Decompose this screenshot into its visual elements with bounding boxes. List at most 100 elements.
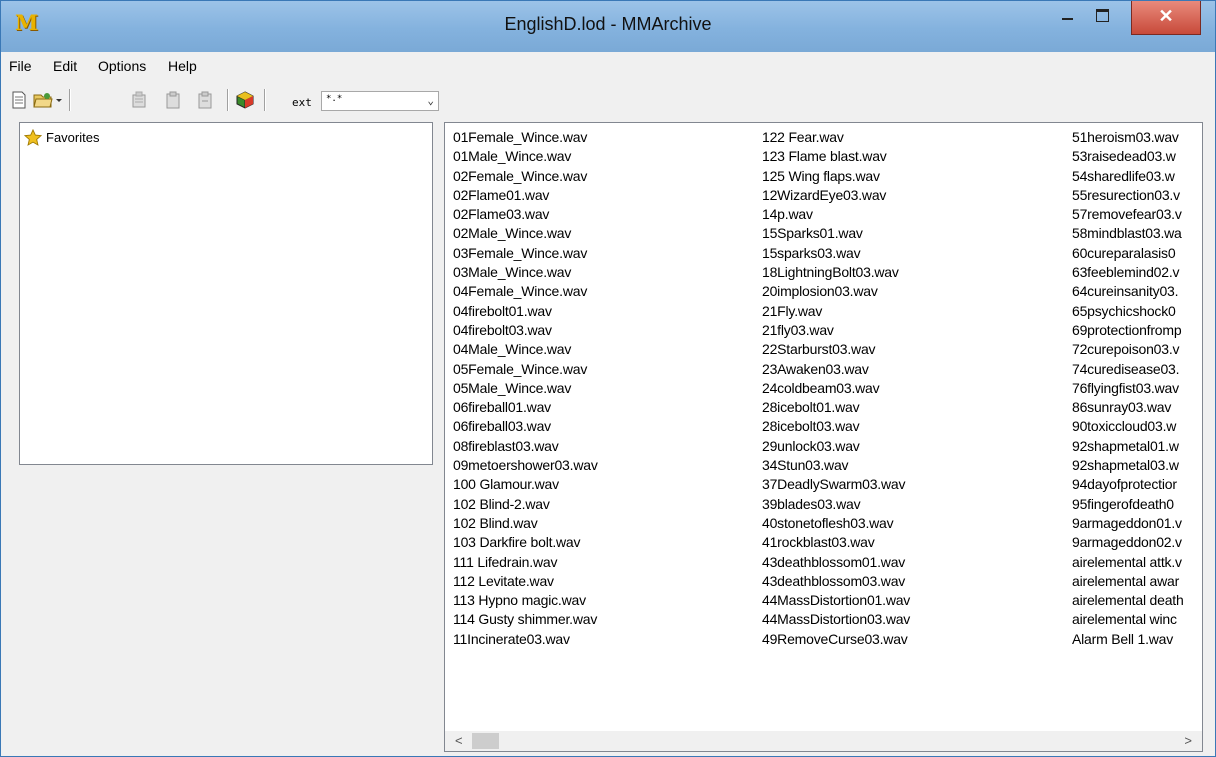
file-item[interactable]: 34Stun03.wav [762, 456, 910, 475]
file-item[interactable]: 43deathblossom03.wav [762, 572, 910, 591]
file-item[interactable]: 65psychicshock0 [1072, 302, 1184, 321]
file-item[interactable]: 14p.wav [762, 205, 910, 224]
file-item[interactable]: 21fly03.wav [762, 321, 910, 340]
close-button[interactable]: ✕ [1131, 1, 1201, 35]
file-item[interactable]: 94dayofprotectior [1072, 475, 1184, 494]
file-item[interactable]: 18LightningBolt03.wav [762, 263, 910, 282]
file-item[interactable]: 103 Darkfire bolt.wav [453, 533, 598, 552]
new-document-icon[interactable] [9, 90, 29, 110]
file-item[interactable]: 28icebolt01.wav [762, 398, 910, 417]
file-item[interactable]: 51heroism03.wav [1072, 128, 1184, 147]
file-item[interactable]: airelemental attk.v [1072, 553, 1184, 572]
extension-filter-combo[interactable]: *.* ⌄ [321, 91, 439, 111]
file-item[interactable]: 12WizardEye03.wav [762, 186, 910, 205]
file-item[interactable]: 04firebolt01.wav [453, 302, 598, 321]
file-item[interactable]: 01Male_Wince.wav [453, 147, 598, 166]
file-item[interactable]: 21Fly.wav [762, 302, 910, 321]
file-item[interactable]: 55resurection03.v [1072, 186, 1184, 205]
file-item[interactable]: 72curepoison03.v [1072, 340, 1184, 359]
file-item[interactable]: 05Male_Wince.wav [453, 379, 598, 398]
file-item[interactable]: 92shapmetal01.w [1072, 437, 1184, 456]
file-item[interactable]: 86sunray03.wav [1072, 398, 1184, 417]
file-item[interactable]: 04Female_Wince.wav [453, 282, 598, 301]
file-item[interactable]: 54sharedlife03.w [1072, 167, 1184, 186]
file-item[interactable]: 9armageddon02.v [1072, 533, 1184, 552]
menu-file[interactable]: File [9, 58, 32, 74]
file-item[interactable]: 57removefear03.v [1072, 205, 1184, 224]
file-item[interactable]: 74curedisease03. [1072, 360, 1184, 379]
file-item[interactable]: 69protectionfromp [1072, 321, 1184, 340]
file-item[interactable]: 114 Gusty shimmer.wav [453, 610, 598, 629]
extract-icon[interactable] [129, 90, 149, 110]
menu-edit[interactable]: Edit [53, 58, 77, 74]
file-item[interactable]: 11Incinerate03.wav [453, 630, 598, 649]
paste-icon[interactable] [163, 90, 183, 110]
file-item[interactable]: 63feeblemind02.v [1072, 263, 1184, 282]
favorites-tree[interactable]: Favorites [19, 122, 433, 465]
scroll-left-icon[interactable]: < [455, 733, 463, 748]
file-item[interactable]: 40stonetoflesh03.wav [762, 514, 910, 533]
file-item[interactable]: 49RemoveCurse03.wav [762, 630, 910, 649]
file-item[interactable]: 102 Blind-2.wav [453, 495, 598, 514]
file-item[interactable]: 95fingerofdeath0 [1072, 495, 1184, 514]
file-item[interactable]: airelemental death [1072, 591, 1184, 610]
file-item[interactable]: airelemental winc [1072, 610, 1184, 629]
file-item[interactable]: 102 Blind.wav [453, 514, 598, 533]
file-item[interactable]: 02Female_Wince.wav [453, 167, 598, 186]
file-item[interactable]: 04Male_Wince.wav [453, 340, 598, 359]
file-item[interactable]: 100 Glamour.wav [453, 475, 598, 494]
file-item[interactable]: 20implosion03.wav [762, 282, 910, 301]
file-item[interactable]: 02Flame03.wav [453, 205, 598, 224]
file-item[interactable]: 112 Levitate.wav [453, 572, 598, 591]
file-item[interactable]: 92shapmetal03.w [1072, 456, 1184, 475]
file-list[interactable]: 01Female_Wince.wav 01Male_Wince.wav 02Fema… [444, 122, 1203, 752]
file-item[interactable]: 15Sparks01.wav [762, 224, 910, 243]
scroll-thumb[interactable] [472, 733, 499, 749]
chevron-down-icon[interactable]: ⌄ [427, 94, 434, 107]
maximize-button[interactable] [1084, 1, 1122, 35]
file-item[interactable]: 29unlock03.wav [762, 437, 910, 456]
file-item[interactable]: 9armageddon01.v [1072, 514, 1184, 533]
scroll-right-icon[interactable]: > [1184, 733, 1192, 748]
file-item[interactable]: Alarm Bell 1.wav [1072, 630, 1184, 649]
file-item[interactable]: 123 Flame blast.wav [762, 147, 910, 166]
file-item[interactable]: 58mindblast03.wa [1072, 224, 1184, 243]
file-item[interactable]: 15sparks03.wav [762, 244, 910, 263]
file-item[interactable]: 44MassDistortion01.wav [762, 591, 910, 610]
horizontal-scrollbar[interactable]: < > [445, 731, 1202, 751]
file-item[interactable]: 125 Wing flaps.wav [762, 167, 910, 186]
paste-alt-icon[interactable] [195, 90, 215, 110]
file-item[interactable]: 05Female_Wince.wav [453, 360, 598, 379]
cube-icon[interactable] [235, 90, 255, 110]
file-item[interactable]: 53raisedead03.w [1072, 147, 1184, 166]
file-item[interactable]: 44MassDistortion03.wav [762, 610, 910, 629]
file-item[interactable]: 06fireball03.wav [453, 417, 598, 436]
file-item[interactable]: 06fireball01.wav [453, 398, 598, 417]
file-item[interactable]: 04firebolt03.wav [453, 321, 598, 340]
file-item[interactable]: 02Flame01.wav [453, 186, 598, 205]
file-item[interactable]: 03Male_Wince.wav [453, 263, 598, 282]
menu-options[interactable]: Options [98, 58, 146, 74]
file-item[interactable]: 113 Hypno magic.wav [453, 591, 598, 610]
file-item[interactable]: 01Female_Wince.wav [453, 128, 598, 147]
file-item[interactable]: 41rockblast03.wav [762, 533, 910, 552]
file-item[interactable]: 111 Lifedrain.wav [453, 553, 598, 572]
file-item[interactable]: 122 Fear.wav [762, 128, 910, 147]
file-item[interactable]: 90toxiccloud03.w [1072, 417, 1184, 436]
file-item[interactable]: 08fireblast03.wav [453, 437, 598, 456]
file-item[interactable]: 23Awaken03.wav [762, 360, 910, 379]
file-item[interactable]: 28icebolt03.wav [762, 417, 910, 436]
file-item[interactable]: 22Starburst03.wav [762, 340, 910, 359]
file-item[interactable]: 43deathblossom01.wav [762, 553, 910, 572]
minimize-button[interactable] [1055, 1, 1081, 35]
file-item[interactable]: 64cureinsanity03. [1072, 282, 1184, 301]
file-item[interactable]: 60cureparalasis0 [1072, 244, 1184, 263]
file-item[interactable]: 39blades03.wav [762, 495, 910, 514]
file-item[interactable]: 09metoershower03.wav [453, 456, 598, 475]
file-item[interactable]: airelemental awar [1072, 572, 1184, 591]
file-item[interactable]: 24coldbeam03.wav [762, 379, 910, 398]
file-item[interactable]: 03Female_Wince.wav [453, 244, 598, 263]
file-item[interactable]: 37DeadlySwarm03.wav [762, 475, 910, 494]
dropdown-arrow-icon[interactable] [53, 90, 65, 110]
menu-help[interactable]: Help [168, 58, 197, 74]
